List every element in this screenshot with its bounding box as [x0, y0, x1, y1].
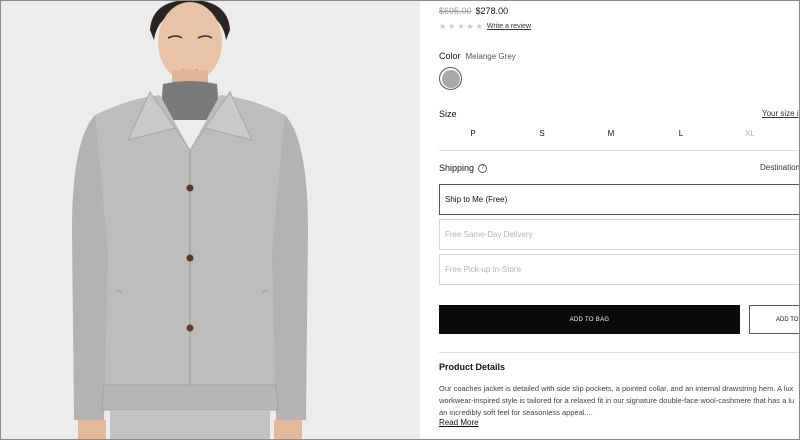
- size-label: Size: [439, 109, 457, 119]
- size-option-m[interactable]: M: [601, 129, 621, 138]
- coach-jacket-photo: [0, 0, 420, 440]
- star-icon: ★: [466, 22, 474, 31]
- star-icon: ★: [457, 22, 465, 31]
- shipping-option-same-day[interactable]: Free Same-Day Delivery: [439, 219, 800, 250]
- color-label: Color: [439, 51, 461, 61]
- shipping-header: Shipping ?: [439, 163, 488, 173]
- original-price: $695.00: [439, 6, 472, 16]
- shipping-option-label: Free Pick-up In-Store: [445, 265, 522, 274]
- destination-link[interactable]: Destination: [760, 163, 800, 172]
- info-icon[interactable]: ?: [478, 163, 488, 173]
- swatch-fill: [441, 69, 460, 88]
- sale-price: $278.00: [475, 6, 509, 16]
- read-more-link[interactable]: Read More: [439, 418, 479, 427]
- shipping-option-pickup[interactable]: Free Pick-up In-Store: [439, 254, 800, 285]
- star-icon: ★: [448, 22, 456, 31]
- write-review-link[interactable]: Write a review: [487, 23, 531, 30]
- description-line: workwear-inspired style is tailored for …: [439, 396, 795, 405]
- size-option-p[interactable]: P: [463, 129, 483, 138]
- shipping-option-label: Ship to Me (Free): [445, 195, 508, 204]
- shipping-option-ship-to-me[interactable]: Ship to Me (Free): [439, 184, 800, 215]
- size-header: Size: [439, 109, 800, 119]
- divider: [439, 150, 800, 151]
- star-icon: ★: [475, 22, 483, 31]
- color-swatch-melange-grey[interactable]: [439, 67, 462, 90]
- product-details-heading: Product Details: [439, 362, 506, 372]
- description-line: an incredibly soft feel for seasonless a…: [439, 408, 593, 417]
- size-option-l[interactable]: L: [671, 129, 691, 138]
- color-row: Color Melange Grey: [439, 51, 516, 61]
- description-line: Our coaches jacket is detailed with side…: [439, 384, 794, 393]
- product-image[interactable]: [0, 0, 420, 440]
- star-icon: ★: [439, 22, 447, 31]
- product-description: Our coaches jacket is detailed with side…: [439, 383, 800, 419]
- size-option-xl[interactable]: XL: [740, 129, 760, 138]
- divider: [439, 352, 800, 353]
- add-to-wishlist-button[interactable]: ADD TO: [749, 305, 800, 334]
- selected-color-name: Melange Grey: [465, 52, 516, 61]
- size-option-s[interactable]: S: [532, 129, 552, 138]
- product-details-panel: $695.00 $278.00 ★ ★ ★ ★ ★ Write a review…: [439, 0, 800, 440]
- add-to-bag-button[interactable]: ADD TO BAG: [439, 305, 740, 334]
- shipping-label: Shipping: [439, 163, 475, 173]
- rating-stars: ★ ★ ★ ★ ★: [439, 22, 483, 31]
- price-row: $695.00 $278.00: [439, 6, 508, 16]
- rating-row: ★ ★ ★ ★ ★ Write a review: [439, 22, 531, 31]
- size-guide-link[interactable]: Your size i: [762, 109, 799, 118]
- shipping-option-label: Free Same-Day Delivery: [445, 230, 533, 239]
